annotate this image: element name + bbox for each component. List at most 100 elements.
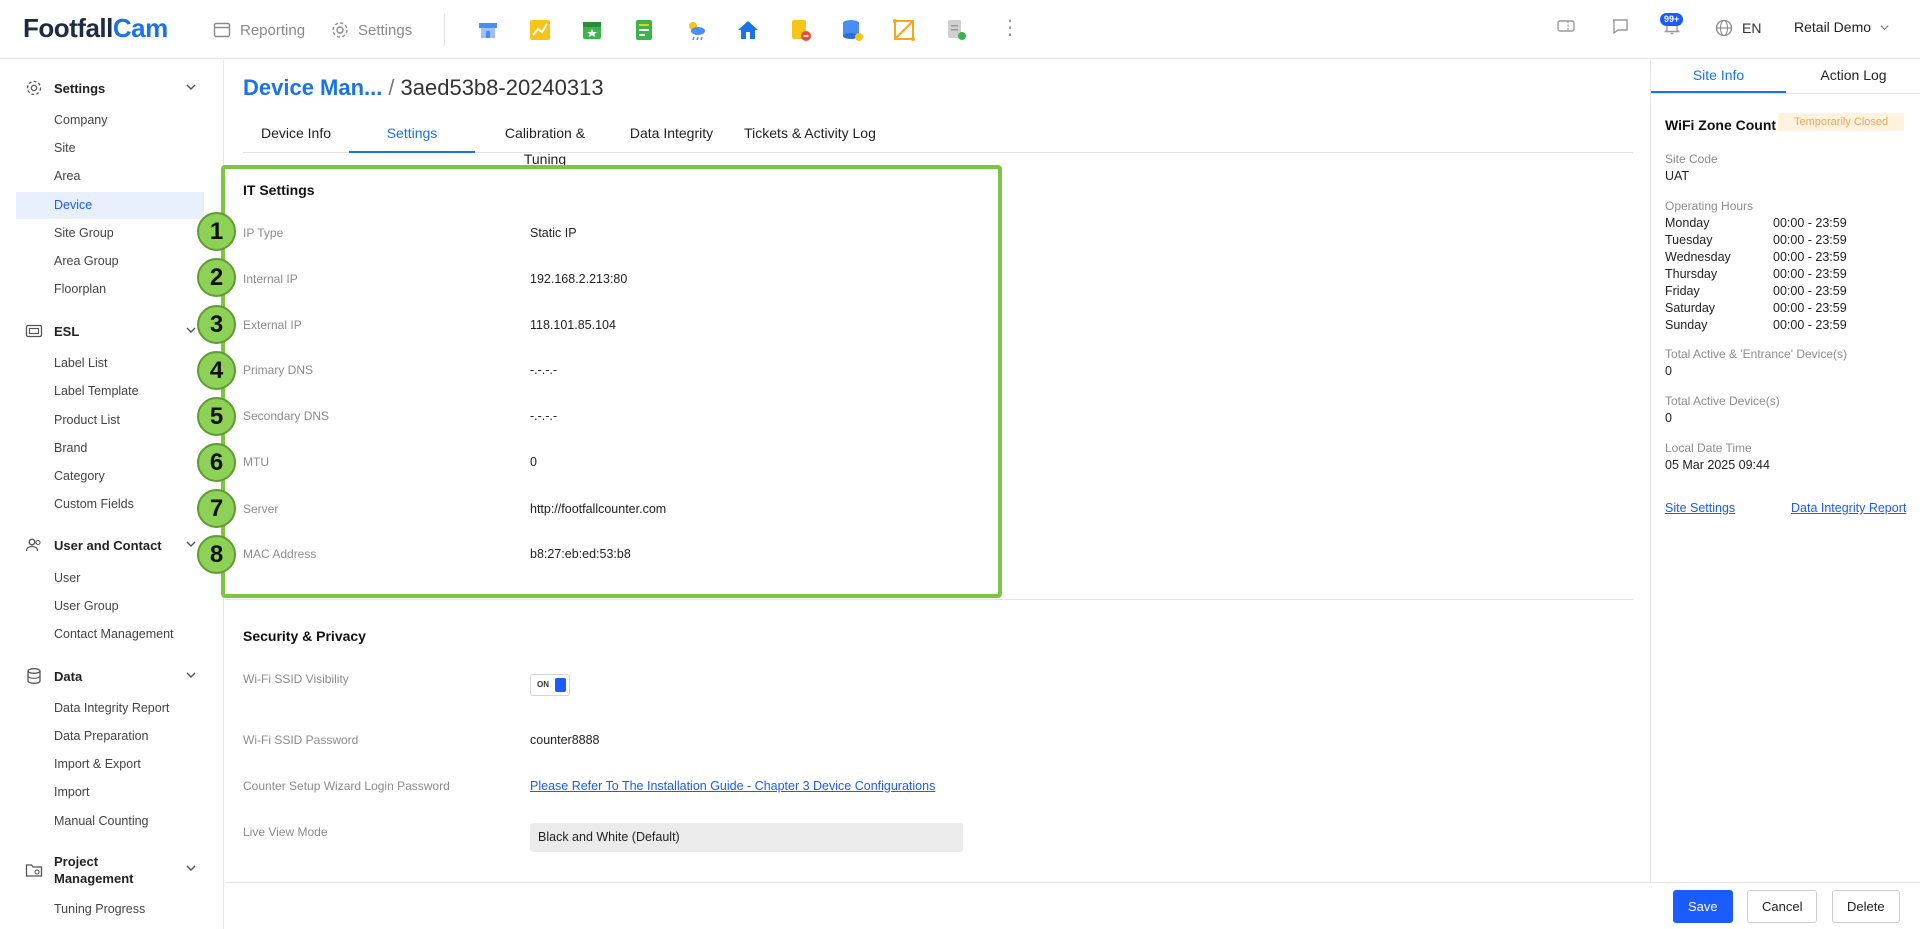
app-shortcut-weather[interactable]	[683, 17, 709, 43]
sidebar-item-user[interactable]: User	[16, 565, 204, 592]
sidebar-item-category[interactable]: Category	[16, 463, 204, 490]
sidebar-item-data-preparation[interactable]: Data Preparation	[16, 723, 204, 750]
installation-guide-link[interactable]: Please Refer To The Installation Guide -…	[530, 779, 935, 793]
secondary-dns-value: -.-.-.-	[530, 409, 558, 423]
report-file-icon	[948, 20, 966, 40]
sidebar-section-user-and-contact[interactable]: User and Contact	[25, 536, 197, 554]
tickets-button[interactable]	[1556, 16, 1576, 39]
sidebar-item-area[interactable]: Area	[16, 163, 204, 190]
app-shortcut-database[interactable]	[839, 17, 865, 43]
app-shortcut-calendar[interactable]	[579, 17, 605, 43]
app-shortcut-home[interactable]	[735, 17, 761, 43]
mac-address-label: MAC Address	[243, 547, 317, 561]
users-icon	[25, 538, 41, 552]
site-name: WiFi Zone Count	[1665, 117, 1777, 133]
app-logo[interactable]: FootfallCam	[23, 13, 168, 44]
sidebar-item-import[interactable]: Import	[16, 779, 204, 806]
calendar-icon	[583, 22, 601, 39]
live-view-mode-label: Live View Mode	[243, 825, 328, 839]
hours-row-thursday: Thursday 00:00 - 23:59	[1665, 267, 1847, 281]
chevron-down-icon	[186, 541, 196, 547]
mtu-value: 0	[530, 455, 537, 469]
app-shortcut-store[interactable]	[475, 17, 501, 43]
hours-row-saturday: Saturday 00:00 - 23:59	[1665, 301, 1847, 315]
external-ip-label: External IP	[243, 318, 302, 332]
tab-data-integrity[interactable]: Data Integrity	[615, 120, 728, 153]
hours-row-tuesday: Tuesday 00:00 - 23:59	[1665, 233, 1847, 247]
tag-alert-icon	[792, 20, 811, 41]
sidebar-item-contact-management[interactable]: Contact Management	[16, 621, 204, 648]
section-divider	[225, 599, 1633, 600]
callout-2: 2	[197, 258, 236, 297]
nav-settings[interactable]: Settings	[330, 20, 412, 40]
home-icon	[738, 21, 758, 39]
sidebar-section-settings[interactable]: Settings	[25, 79, 197, 97]
messages-button[interactable]	[1610, 16, 1630, 39]
sidebar-item-user-group[interactable]: User Group	[16, 593, 204, 620]
sidebar-item-custom-fields[interactable]: Custom Fields	[16, 491, 204, 518]
storefront-icon	[479, 23, 497, 38]
ledger-icon	[636, 20, 652, 40]
external-ip-value: 118.101.85.104	[530, 318, 616, 332]
sidebar-item-brand[interactable]: Brand	[16, 435, 204, 462]
chevron-down-icon	[186, 327, 196, 333]
nav-reporting[interactable]: Reporting	[212, 20, 305, 40]
ssid-visibility-toggle[interactable]: ON	[530, 674, 570, 696]
tab-calibration-tuning[interactable]: Calibration & Tuning	[475, 120, 615, 167]
sidebar-item-import-export[interactable]: Import & Export	[16, 751, 204, 778]
site-settings-link[interactable]: Site Settings	[1665, 501, 1735, 515]
internal-ip-label: Internal IP	[243, 272, 298, 286]
device-tabs: Device Info Settings Calibration & Tunin…	[243, 120, 1633, 167]
active-devices-label: Total Active Device(s)	[1665, 394, 1780, 408]
site-code-label: Site Code	[1665, 152, 1718, 166]
sidebar-section-project-management[interactable]: Project Management	[25, 853, 197, 887]
internal-ip-value: 192.168.2.213:80	[530, 272, 628, 286]
tab-settings[interactable]: Settings	[349, 120, 475, 153]
database-icon	[843, 20, 863, 41]
sidebar-item-data-integrity-report[interactable]: Data Integrity Report	[16, 695, 204, 722]
language-selector[interactable]: EN	[1714, 18, 1761, 38]
app-shortcut-zones[interactable]	[891, 17, 917, 43]
sidebar-item-company[interactable]: Company	[16, 107, 204, 134]
tab-tickets-activity-log[interactable]: Tickets & Activity Log	[728, 120, 892, 153]
hours-row-sunday: Sunday 00:00 - 23:59	[1665, 318, 1847, 332]
cancel-button[interactable]: Cancel	[1747, 890, 1818, 923]
it-settings-title: IT Settings	[243, 182, 315, 198]
database-icon	[27, 668, 41, 684]
sidebar-section-data[interactable]: Data	[25, 667, 197, 685]
more-apps-icon[interactable]: ⋮	[1000, 18, 1020, 38]
app-shortcut-ledger[interactable]	[631, 17, 657, 43]
sidebar-item-tuning-progress[interactable]: Tuning Progress	[16, 896, 204, 923]
user-menu[interactable]: Retail Demo	[1794, 19, 1890, 35]
sidebar-item-label-template[interactable]: Label Template	[16, 378, 204, 405]
app-shortcut-analytics[interactable]	[527, 17, 553, 43]
ssid-password-value: counter8888	[530, 733, 600, 747]
sidebar-item-floorplan[interactable]: Floorplan	[16, 276, 204, 303]
primary-dns-value: -.-.-.-	[530, 363, 558, 377]
tab-device-info[interactable]: Device Info	[243, 120, 349, 153]
breadcrumb-device-management[interactable]: Device Man...	[243, 75, 382, 101]
live-view-mode-select[interactable]: Black and White (Default)	[530, 823, 963, 852]
sidebar-section-esl[interactable]: ESL	[25, 322, 197, 340]
sidebar-item-product-list[interactable]: Product List	[16, 407, 204, 434]
chart-growth-icon	[530, 20, 550, 40]
display-icon	[25, 324, 43, 338]
report-icon	[213, 22, 231, 38]
data-integrity-report-link[interactable]: Data Integrity Report	[1791, 501, 1906, 515]
sidebar-item-device[interactable]: Device	[16, 192, 204, 219]
delete-button[interactable]: Delete	[1832, 890, 1900, 923]
save-button[interactable]: Save	[1673, 890, 1733, 923]
secondary-dns-label: Secondary DNS	[243, 409, 330, 423]
tab-site-info[interactable]: Site Info	[1651, 60, 1786, 93]
local-date-time-value: 05 Mar 2025 09:44	[1665, 458, 1770, 472]
mac-address-value: b8:27:eb:ed:53:b8	[530, 547, 631, 561]
server-label: Server	[243, 502, 279, 516]
sidebar-item-manual-counting[interactable]: Manual Counting	[16, 808, 204, 835]
app-shortcut-report[interactable]	[943, 17, 969, 43]
sidebar-item-area-group[interactable]: Area Group	[16, 248, 204, 275]
sidebar-item-label-list[interactable]: Label List	[16, 350, 204, 377]
sidebar-item-site-group[interactable]: Site Group	[16, 220, 204, 247]
app-shortcut-tag[interactable]	[787, 17, 813, 43]
sidebar-item-site[interactable]: Site	[16, 135, 204, 162]
tab-action-log[interactable]: Action Log	[1786, 60, 1920, 93]
